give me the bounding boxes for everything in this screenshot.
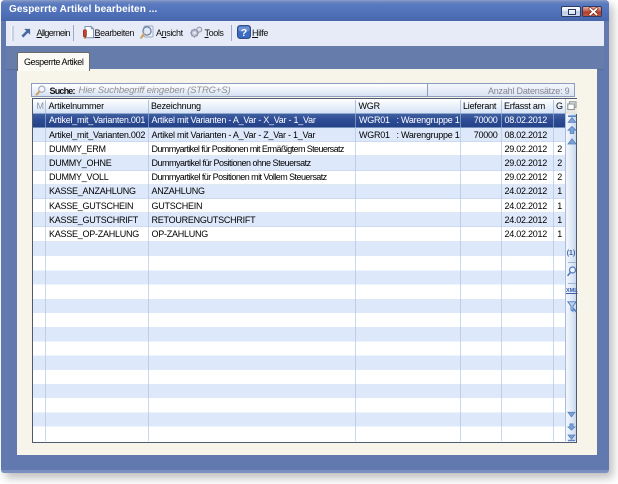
- svg-text:?: ?: [240, 27, 246, 39]
